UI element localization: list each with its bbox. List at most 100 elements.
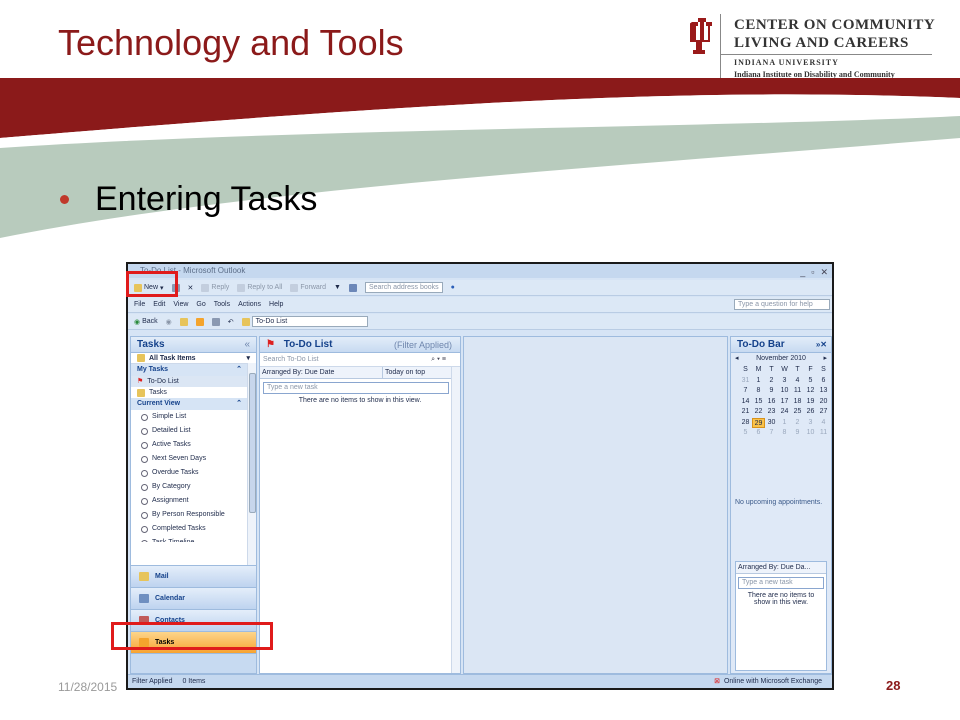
menu-actions[interactable]: Actions <box>238 301 261 308</box>
calendar-day[interactable]: 13 <box>817 386 830 397</box>
nav-button-mail[interactable]: Mail <box>131 565 256 587</box>
collapse-section-icon[interactable]: ⌃ <box>236 364 242 376</box>
forward-button[interactable]: Forward <box>290 283 326 292</box>
forward-nav-button[interactable]: ◉ <box>166 318 172 326</box>
current-view-section[interactable]: Current View ⌃ <box>131 398 256 410</box>
calendar-day[interactable]: 11 <box>817 428 830 439</box>
restore-icon[interactable]: ▫ <box>811 265 814 279</box>
calendar-day[interactable]: 14 <box>739 397 752 408</box>
collapse-icon[interactable]: « <box>244 337 250 353</box>
menu-file[interactable]: File <box>134 301 145 308</box>
view-option[interactable]: Assignment <box>131 494 256 508</box>
minimize-icon[interactable]: _ <box>800 265 805 279</box>
menu-help[interactable]: Help <box>269 301 283 308</box>
address-book-button[interactable] <box>348 283 357 292</box>
todo-search-input[interactable]: Search To-Do List ⌕ ▾ ≡ <box>260 353 460 367</box>
todo-bar-arranged-header[interactable]: Arranged By: Due Da... <box>736 562 826 574</box>
search-icon[interactable]: ⌕ ▾ ≡ <box>431 353 446 367</box>
back-button[interactable]: ◉ Back <box>134 318 158 326</box>
view-option[interactable]: By Person Responsible <box>131 508 256 522</box>
nav-scroll-thumb[interactable] <box>249 373 256 513</box>
calendar-day[interactable]: 29 <box>752 417 765 428</box>
calendar-day[interactable]: 2 <box>791 418 804 429</box>
reply-button[interactable]: Reply <box>201 283 229 292</box>
calendar-day[interactable]: 9 <box>765 386 778 397</box>
view-option[interactable]: Active Tasks <box>131 438 256 452</box>
delete-button[interactable]: ✕ <box>188 284 194 292</box>
calendar-day[interactable]: 20 <box>817 397 830 408</box>
menu-view[interactable]: View <box>173 301 188 308</box>
radio-icon[interactable] <box>141 539 148 542</box>
calendar-day[interactable]: 16 <box>765 397 778 408</box>
radio-icon[interactable] <box>141 483 148 491</box>
menu-tools[interactable]: Tools <box>214 301 230 308</box>
view-option[interactable]: By Category <box>131 480 256 494</box>
print-preview-button[interactable] <box>211 317 220 326</box>
radio-icon[interactable] <box>141 441 148 449</box>
view-option[interactable]: Completed Tasks <box>131 522 256 536</box>
calendar-day[interactable]: 12 <box>804 386 817 397</box>
calendar-day[interactable]: 1 <box>752 376 765 387</box>
calendar-day[interactable]: 6 <box>752 428 765 439</box>
view-option[interactable]: Next Seven Days <box>131 452 256 466</box>
calendar-day[interactable]: 10 <box>778 386 791 397</box>
new-task-input[interactable]: Type a new task <box>263 382 449 394</box>
calendar-day[interactable]: 25 <box>791 407 804 418</box>
view-option[interactable]: Overdue Tasks <box>131 466 256 480</box>
calendar-day[interactable]: 19 <box>804 397 817 408</box>
calendar-day[interactable]: 11 <box>791 386 804 397</box>
calendar-day[interactable]: 15 <box>752 397 765 408</box>
folder-up-button[interactable] <box>179 317 188 326</box>
menu-go[interactable]: Go <box>196 301 205 308</box>
next-month-icon[interactable]: ▸ <box>823 353 827 365</box>
calendar-day[interactable]: 22 <box>752 407 765 418</box>
my-tasks-section[interactable]: My Tasks ⌃ <box>131 364 256 376</box>
calendar-day[interactable]: 4 <box>817 418 830 429</box>
calendar-day[interactable]: 30 <box>765 418 778 429</box>
radio-icon[interactable] <box>141 525 148 533</box>
calendar-day[interactable]: 24 <box>778 407 791 418</box>
calendar-day[interactable]: 21 <box>739 407 752 418</box>
calendar-day[interactable]: 10 <box>804 428 817 439</box>
radio-icon[interactable] <box>141 511 148 519</box>
view-option[interactable]: Detailed List <box>131 424 256 438</box>
radio-icon[interactable] <box>141 455 148 463</box>
calendar-day[interactable]: 23 <box>765 407 778 418</box>
calendar-day[interactable]: 7 <box>739 386 752 397</box>
calendar-day[interactable]: 5 <box>739 428 752 439</box>
calendar-day[interactable]: 31 <box>739 376 752 387</box>
calendar-day[interactable]: 7 <box>765 428 778 439</box>
filter-button[interactable]: ▼ <box>334 284 341 291</box>
folder-select-value[interactable]: To-Do List <box>251 316 368 327</box>
nav-item-tasks[interactable]: Tasks <box>131 387 256 398</box>
calendar-day[interactable]: 26 <box>804 407 817 418</box>
calendar-day[interactable]: 3 <box>804 418 817 429</box>
close-icon[interactable]: ✕ <box>820 265 828 279</box>
nav-item-todo-list[interactable]: ⚑ To-Do List <box>131 376 256 387</box>
calendar-day[interactable]: 6 <box>817 376 830 387</box>
address-search-input[interactable]: Search address books <box>364 282 443 293</box>
chevron-down-icon[interactable]: ▾ <box>246 353 250 364</box>
collapse-section-icon[interactable]: ⌃ <box>236 398 242 410</box>
help-button[interactable]: ● <box>451 284 455 291</box>
nav-scrollbar[interactable] <box>247 363 256 565</box>
calendar-day[interactable]: 9 <box>791 428 804 439</box>
menu-edit[interactable]: Edit <box>153 301 165 308</box>
help-question-input[interactable]: Type a question for help <box>734 299 830 310</box>
folder-list-button[interactable] <box>195 317 204 326</box>
radio-icon[interactable] <box>141 413 148 421</box>
calendar-day[interactable]: 8 <box>752 386 765 397</box>
view-option[interactable]: Task Timeline <box>131 536 256 542</box>
undo-button[interactable]: ↶ <box>228 318 234 326</box>
calendar-day[interactable]: 5 <box>804 376 817 387</box>
radio-icon[interactable] <box>141 497 148 505</box>
close-icon[interactable]: »✕ <box>816 337 827 353</box>
calendar-day[interactable]: 18 <box>791 397 804 408</box>
calendar-day[interactable]: 3 <box>778 376 791 387</box>
calendar-day[interactable]: 28 <box>739 418 752 429</box>
nav-button-calendar[interactable]: Calendar <box>131 587 256 609</box>
todo-bar-new-task-input[interactable]: Type a new task <box>738 577 824 589</box>
calendar-day[interactable]: 1 <box>778 418 791 429</box>
sort-order-header[interactable]: Today on top <box>383 367 451 378</box>
reply-all-button[interactable]: Reply to All <box>237 283 282 292</box>
